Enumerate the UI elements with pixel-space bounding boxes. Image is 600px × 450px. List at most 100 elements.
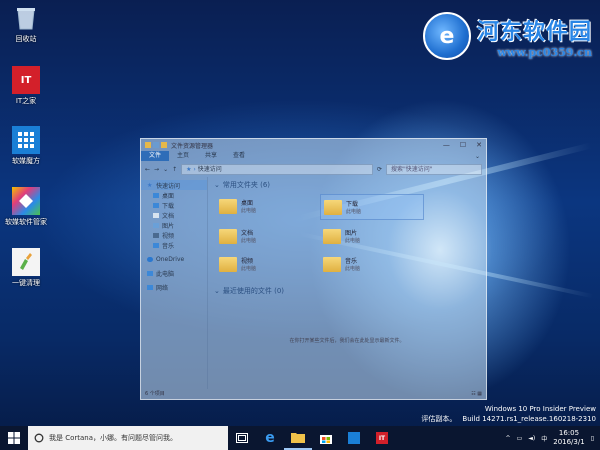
window-titlebar[interactable]: 文件资源管理器 — ☐ ✕ — [141, 139, 486, 151]
taskbar-edge[interactable]: e — [256, 426, 284, 450]
nav-item-music[interactable]: 音乐 — [141, 240, 207, 250]
window-title: 文件资源管理器 — [171, 142, 214, 150]
tab-file[interactable]: 文件 — [141, 151, 170, 161]
nav-item-label: 下载 — [162, 202, 175, 210]
folder-icon — [291, 432, 305, 443]
tab-home[interactable]: 主页 — [169, 151, 197, 161]
nav-item-label: 音乐 — [162, 242, 175, 250]
address-bar[interactable]: ★ › 快速访问 — [181, 163, 373, 175]
tab-view[interactable]: 查看 — [225, 151, 253, 161]
nav-item-documents[interactable]: 文档 — [141, 210, 207, 220]
view-toggle[interactable]: ☷ ▦ — [471, 391, 482, 397]
picture-icon — [153, 222, 159, 228]
nav-item-label: 视频 — [162, 232, 175, 240]
folder-name: 文档 — [241, 230, 254, 237]
nav-item-label: 桌面 — [162, 192, 175, 200]
folder-item-downloads[interactable]: 下载 此电脑 — [320, 194, 424, 220]
folder-location: 此电脑 — [241, 208, 257, 214]
nav-item-this-pc[interactable]: 此电脑 — [141, 268, 207, 278]
clock-time: 16:05 — [558, 429, 580, 437]
folder-location: 此电脑 — [241, 238, 257, 244]
evaluation-copy-label: 评估副本。 — [421, 415, 457, 423]
start-button[interactable] — [0, 426, 28, 450]
status-item-count: 6 个项目 — [145, 391, 165, 397]
ime-indicator[interactable]: 中 — [541, 434, 547, 443]
close-icon[interactable]: ✕ — [476, 141, 482, 149]
ithome-icon: IT — [12, 66, 40, 94]
folder-icon[interactable] — [145, 142, 151, 148]
minimize-icon[interactable]: — — [443, 141, 450, 149]
refresh-icon[interactable]: ⟳ — [377, 166, 382, 173]
desktop-icon-label: 回收站 — [15, 35, 37, 43]
back-icon[interactable]: ← — [145, 166, 150, 173]
volume-icon[interactable]: ◄) — [528, 435, 535, 442]
folder-item-pictures[interactable]: 图片 此电脑 — [320, 224, 424, 248]
chevron-down-icon[interactable]: ⌄ — [163, 166, 168, 173]
expand-ribbon-icon[interactable]: ⌄ — [475, 153, 480, 160]
recent-files-empty-message: 在你打开某些文件后，我们会在此处显示最新文件。 — [289, 338, 405, 344]
new-folder-icon[interactable] — [161, 142, 167, 148]
cortana-placeholder: 我是 Cortana，小娜。有问题尽管问我。 — [49, 434, 178, 442]
taskbar-explorer[interactable] — [284, 426, 312, 450]
forward-icon[interactable]: → — [154, 166, 159, 173]
ithome-icon: IT — [376, 432, 388, 444]
folder-item-music[interactable]: 音乐 此电脑 — [320, 252, 424, 276]
chevron-down-icon: ⌄ — [214, 287, 220, 295]
taskbar: 我是 Cortana，小娜。有问题尽管问我。 e IT ^ ▭ ◄) 中 16:… — [0, 426, 600, 450]
clock[interactable]: 16:05 2016/3/1 — [553, 429, 584, 447]
task-view-button[interactable] — [228, 426, 256, 450]
nav-item-network[interactable]: 网络 — [141, 282, 207, 292]
nav-item-downloads[interactable]: 下载 — [141, 200, 207, 210]
search-input[interactable]: 搜索"快速访问" — [386, 163, 482, 175]
nav-item-desktop[interactable]: 桌面 — [141, 190, 207, 200]
desktop-icon-label: 软媒软件管家 — [5, 218, 47, 226]
windows-version-text: Windows 10 Pro Insider Preview 评估副本。 Buil… — [421, 404, 596, 424]
quick-access-toolbar — [145, 142, 167, 148]
software-manager-icon — [12, 187, 40, 215]
ribbon-tabs: 文件 主页 共享 查看 ⌄ — [141, 151, 486, 161]
desktop-icon-software-manager[interactable]: 软媒软件管家 — [4, 187, 48, 227]
folder-item-documents[interactable]: 文档 此电脑 — [216, 224, 320, 248]
nav-item-pictures[interactable]: 图片 — [141, 220, 207, 230]
nav-item-label: 图片 — [162, 222, 175, 230]
maximize-icon[interactable]: ☐ — [460, 141, 466, 149]
folder-location: 此电脑 — [345, 238, 361, 244]
nav-item-label: 快速访问 — [156, 182, 181, 190]
folder-location: 此电脑 — [345, 266, 361, 272]
taskbar-store[interactable] — [312, 426, 340, 450]
explorer-window[interactable]: 文件资源管理器 — ☐ ✕ 文件 主页 共享 查看 ⌄ ← → ⌄ ↑ ★ › … — [140, 138, 487, 400]
taskbar-ithome[interactable]: IT — [368, 426, 396, 450]
videos-folder-icon — [219, 256, 237, 272]
folder-location: 此电脑 — [241, 266, 257, 272]
desktop-icon-cleanup[interactable]: 一键清理 — [4, 248, 48, 288]
folder-item-desktop[interactable]: 桌面 此电脑 — [216, 194, 320, 218]
taskbar-ruanmei-mofang[interactable] — [340, 426, 368, 450]
cortana-search-box[interactable]: 我是 Cortana，小娜。有问题尽管问我。 — [28, 426, 228, 450]
action-center-icon[interactable]: ▯ — [591, 435, 594, 442]
frequent-folders-header[interactable]: ⌄ 常用文件夹 (6) — [214, 180, 480, 190]
frequent-folders-grid: 桌面 此电脑 下载 此电脑 文档 此电脑 图片 此电脑 视频 此电脑 音乐 此电脑 — [216, 194, 480, 276]
network-icon[interactable]: ▭ — [517, 435, 523, 442]
desktop-icon-label: 一键清理 — [12, 279, 40, 287]
system-tray: ^ ▭ ◄) 中 16:05 2016/3/1 ▯ — [506, 429, 600, 447]
desktop-icon-ruanmei-mofang[interactable]: 软媒魔方 — [4, 126, 48, 166]
tab-share[interactable]: 共享 — [197, 151, 225, 161]
star-icon: ★ — [147, 181, 153, 189]
up-icon[interactable]: ↑ — [172, 166, 177, 173]
chevron-up-icon[interactable]: ^ — [506, 435, 511, 442]
nav-item-onedrive[interactable]: OneDrive — [141, 254, 207, 264]
folder-location: 此电脑 — [346, 209, 362, 215]
nav-item-quick-access[interactable]: ★ 快速访问 — [141, 180, 207, 190]
download-folder-icon — [324, 199, 342, 215]
folder-item-videos[interactable]: 视频 此电脑 — [216, 252, 320, 276]
ruanmei-mofang-icon — [348, 432, 360, 444]
nav-item-videos[interactable]: 视频 — [141, 230, 207, 240]
desktop-icon-ithome[interactable]: IT IT之家 — [4, 66, 48, 106]
properties-icon[interactable] — [153, 142, 159, 148]
desktop-icon — [153, 192, 159, 198]
desktop-icon-recycle-bin[interactable]: 回收站 — [4, 4, 48, 44]
folder-name: 下载 — [346, 201, 359, 208]
documents-folder-icon — [219, 228, 237, 244]
recent-files-header[interactable]: ⌄ 最近使用的文件 (0) — [214, 286, 480, 296]
task-view-icon — [236, 433, 248, 443]
